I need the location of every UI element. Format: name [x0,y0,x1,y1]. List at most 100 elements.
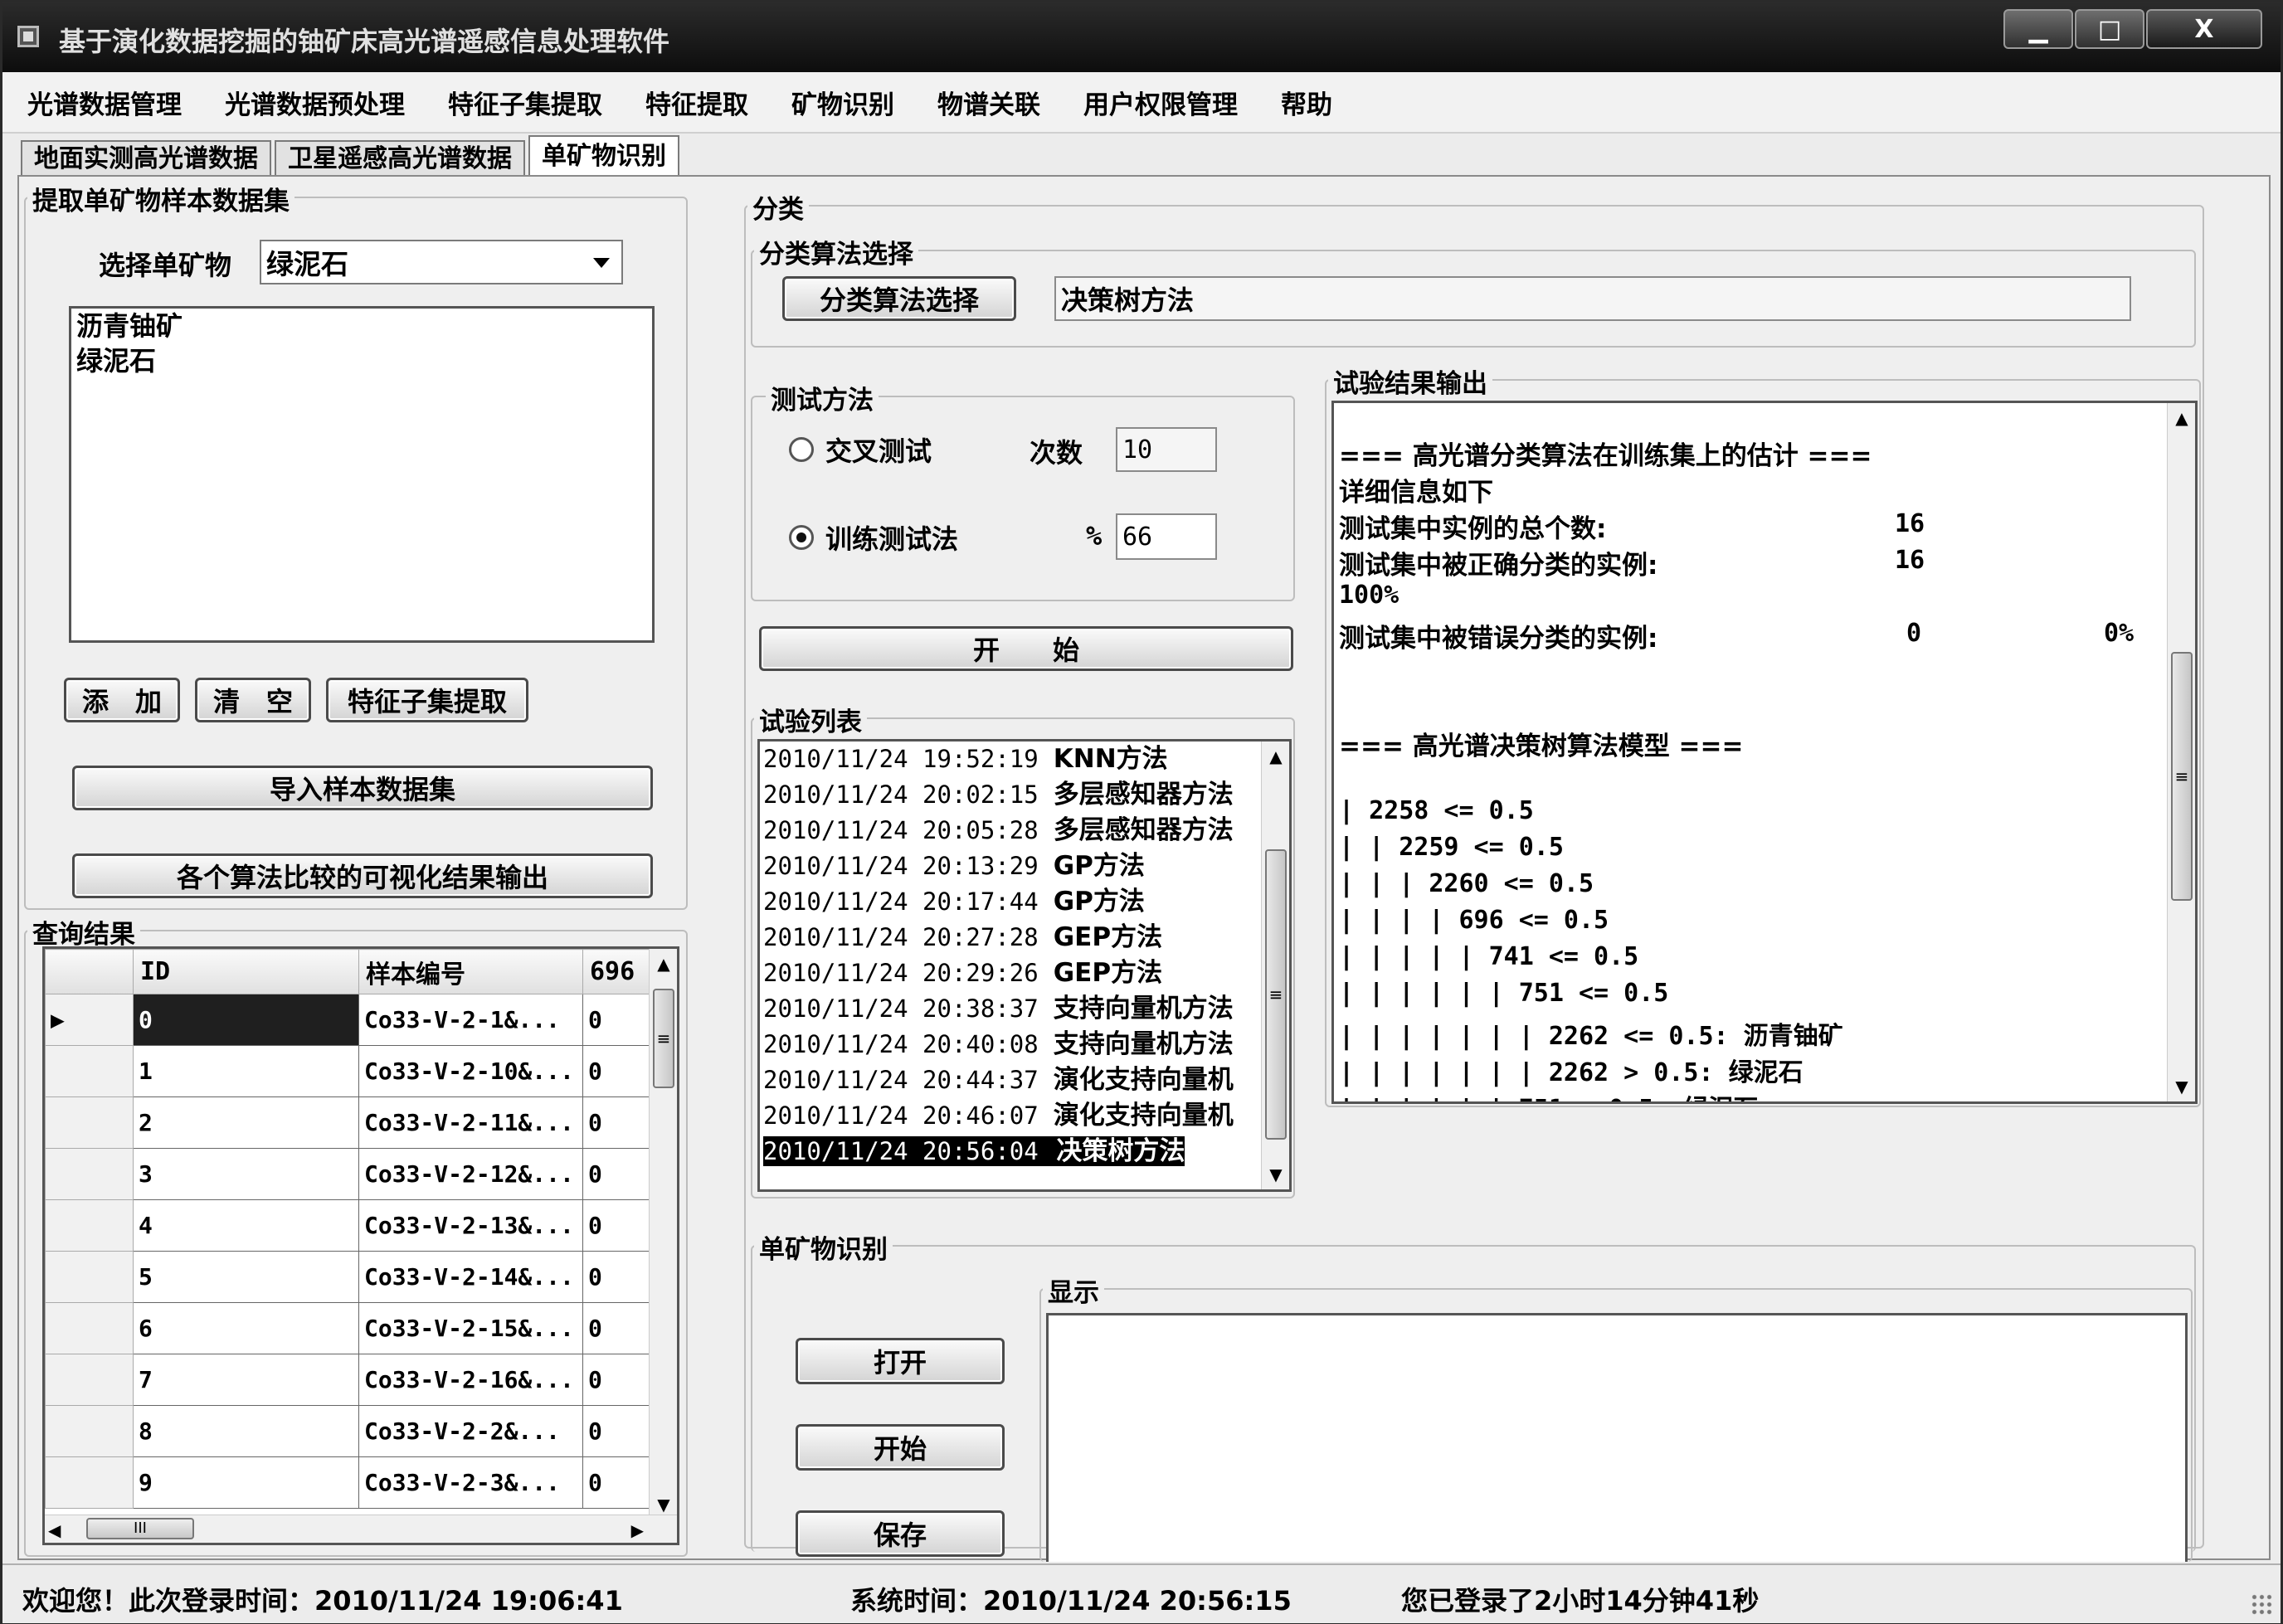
table-row[interactable]: 8 Co33-V-2-2&... 0 [45,1405,650,1457]
tab-satellite-spectra[interactable]: 卫星遥感高光谱数据 [275,140,525,177]
scroll-down-icon[interactable]: ▼ [1262,1160,1289,1189]
cell-696[interactable]: 0 [582,1045,650,1097]
cell-id[interactable]: 0 [133,994,359,1046]
list-item[interactable]: 2010/11/24 20:13:29 GP方法 [760,848,1289,884]
display-area[interactable] [1046,1313,2188,1562]
list-item-selected[interactable]: 2010/11/24 20:56:04 决策树方法 [760,1134,1289,1169]
scroll-up-icon[interactable]: ▲ [650,949,677,979]
table-row[interactable]: 2 Co33-V-2-11&... 0 [45,1096,650,1149]
row-header[interactable] [45,1354,134,1406]
table-row[interactable]: 6 Co33-V-2-15&... 0 [45,1302,650,1354]
cell-id[interactable]: 6 [133,1302,359,1354]
current-row-marker[interactable]: ▶ [45,994,134,1046]
row-header[interactable] [45,1302,134,1354]
menu-spectra-relation[interactable]: 物谱关联 [937,84,1040,121]
cell-sample[interactable]: Co33-V-2-16&... [358,1354,583,1406]
list-item[interactable]: 2010/11/24 20:17:44 GP方法 [760,884,1289,920]
menu-help[interactable]: 帮助 [1281,84,1332,121]
cell-sample[interactable]: Co33-V-2-10&... [358,1045,583,1097]
save-button[interactable]: 保存 [796,1510,1005,1557]
chevron-down-icon[interactable] [593,258,610,268]
cell-id[interactable]: 9 [133,1456,359,1509]
cross-test-radio[interactable]: 交叉测试 [789,430,932,469]
list-item[interactable]: 2010/11/24 20:29:26 GEP方法 [760,955,1289,991]
tab-single-mineral[interactable]: 单矿物识别 [528,135,679,177]
cell-sample[interactable]: Co33-V-2-15&... [358,1302,583,1354]
cell-sample[interactable]: Co33-V-2-3&... [358,1456,583,1509]
tab-ground-spectra[interactable]: 地面实测高光谱数据 [21,140,271,177]
cell-sample[interactable]: Co33-V-2-1&... [358,994,583,1046]
list-item[interactable]: 2010/11/24 20:40:08 支持向量机方法 [760,1027,1289,1062]
algorithm-select-button[interactable]: 分类算法选择 [782,276,1016,321]
cell-id[interactable]: 5 [133,1251,359,1303]
import-dataset-button[interactable]: 导入样本数据集 [72,766,653,810]
cell-696[interactable]: 0 [582,1302,650,1354]
scroll-down-icon[interactable]: ▼ [2168,1072,2195,1101]
add-button[interactable]: 添 加 [64,678,180,722]
row-header[interactable] [45,1096,134,1149]
resize-grip-icon[interactable] [2251,1593,2272,1615]
horizontal-scroll-thumb[interactable]: III [86,1518,194,1539]
table-row[interactable]: 7 Co33-V-2-16&... 0 [45,1354,650,1406]
cell-696[interactable]: 0 [582,1456,650,1509]
row-header[interactable] [45,1251,134,1303]
count-input[interactable]: 10 [1116,427,1217,472]
column-header-id[interactable]: ID [133,949,359,994]
visualize-output-button[interactable]: 各个算法比较的可视化结果输出 [72,853,653,898]
percent-input[interactable]: 66 [1116,513,1217,560]
start-identify-button[interactable]: 开始 [796,1424,1005,1471]
scroll-up-icon[interactable]: ▲ [2168,403,2195,433]
query-grid[interactable]: ID 样本编号 696 ▶ 0 Co33-V-2-1&... 0 1 Co33-V-2-… [42,946,679,1545]
cell-696[interactable]: 0 [582,1354,650,1406]
grid-vertical-scrollbar[interactable]: ▲ ≡ ▼ [649,949,677,1519]
table-row[interactable]: 9 Co33-V-2-3&... 0 [45,1456,650,1509]
row-header[interactable] [45,1405,134,1457]
list-item[interactable]: 2010/11/24 20:46:07 演化支持向量机 [760,1098,1289,1134]
menu-preprocess[interactable]: 光谱数据预处理 [225,84,405,121]
scroll-left-icon[interactable]: ◀ [48,1520,61,1540]
menu-feature-extract[interactable]: 特征提取 [645,84,748,121]
cell-sample[interactable]: Co33-V-2-13&... [358,1199,583,1252]
experiment-list[interactable]: 2010/11/24 19:52:19 KNN方法 2010/11/24 20:0… [757,739,1292,1192]
close-button[interactable]: X [2146,9,2262,49]
cell-696[interactable]: 0 [582,1405,650,1457]
list-item[interactable]: 2010/11/24 20:44:37 演化支持向量机 [760,1062,1289,1098]
row-header[interactable] [45,1456,134,1509]
cell-id[interactable]: 2 [133,1096,359,1149]
clear-button[interactable]: 清 空 [195,678,311,722]
cell-id[interactable]: 3 [133,1148,359,1200]
list-item[interactable]: 2010/11/24 20:05:28 多层感知器方法 [760,813,1289,848]
experiment-list-scrollbar[interactable]: ▲ ≡ ▼ [1261,741,1289,1189]
cell-sample[interactable]: Co33-V-2-11&... [358,1096,583,1149]
cell-696[interactable]: 0 [582,994,650,1046]
menu-user-permissions[interactable]: 用户权限管理 [1083,84,1238,121]
cell-id[interactable]: 4 [133,1199,359,1252]
table-row[interactable]: 3 Co33-V-2-12&... 0 [45,1148,650,1200]
cell-696[interactable]: 0 [582,1148,650,1200]
cell-696[interactable]: 0 [582,1199,650,1252]
cell-id[interactable]: 8 [133,1405,359,1457]
cell-696[interactable]: 0 [582,1096,650,1149]
minimize-button[interactable]: ▁ [2003,9,2073,49]
maximize-button[interactable]: □ [2075,9,2144,49]
menu-mineral-id[interactable]: 矿物识别 [791,84,894,121]
title-bar[interactable]: 基于演化数据挖掘的铀矿床高光谱遥感信息处理软件 ▁ □ X [2,2,2281,72]
scroll-thumb[interactable]: ≡ [653,989,674,1088]
list-item[interactable]: 2010/11/24 19:52:19 KNN方法 [760,741,1289,777]
row-header[interactable] [45,1045,134,1097]
cell-sample[interactable]: Co33-V-2-14&... [358,1251,583,1303]
train-test-radio[interactable]: 训练测试法 [789,518,958,557]
scroll-thumb[interactable]: ≡ [1265,849,1287,1140]
start-test-button[interactable]: 开 始 [759,626,1293,671]
cell-id[interactable]: 7 [133,1354,359,1406]
radio-checked-icon[interactable] [789,525,814,550]
menu-feature-subset[interactable]: 特征子集提取 [448,84,602,121]
row-header[interactable] [45,1199,134,1252]
table-row[interactable]: 4 Co33-V-2-13&... 0 [45,1199,650,1252]
cell-sample[interactable]: Co33-V-2-2&... [358,1405,583,1457]
table-row[interactable]: 5 Co33-V-2-14&... 0 [45,1251,650,1303]
cell-696[interactable]: 0 [582,1251,650,1303]
grid-horizontal-scrollbar[interactable]: ◀ III ▶ [45,1515,677,1543]
mineral-select[interactable]: 绿泥石 [260,240,623,284]
scroll-thumb[interactable]: ≡ [2171,652,2193,901]
